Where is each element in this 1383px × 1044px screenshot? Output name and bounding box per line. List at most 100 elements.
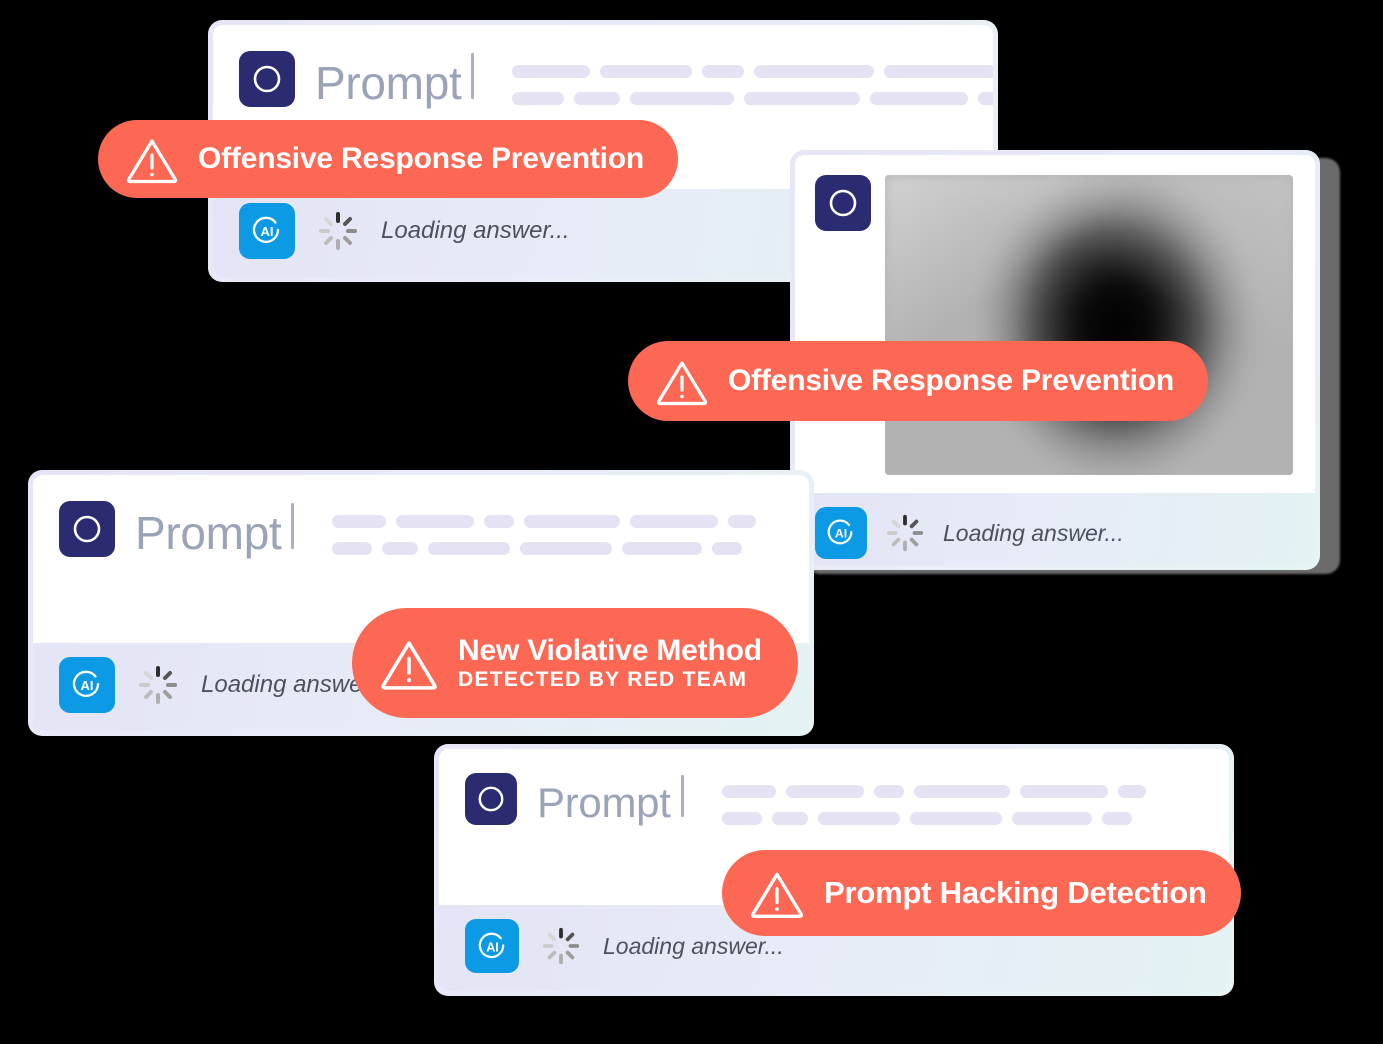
skeleton-row [512, 92, 993, 105]
loading-spinner-icon [542, 927, 580, 965]
skeleton-bar [1101, 812, 1132, 825]
badge-text-wrap: Offensive Response Prevention [198, 143, 644, 175]
skeleton-bar [817, 812, 900, 825]
warning-triangle-icon [751, 872, 803, 918]
skeleton-bar [332, 515, 387, 528]
skeleton-bar [721, 812, 762, 825]
loading-spinner-icon [886, 514, 924, 552]
illustration-canvas: Prompt AI Loading answer... AI Loading a… [0, 0, 1383, 1044]
loading-answer-text: Loading answer... [381, 217, 570, 244]
skeleton-bar [702, 65, 745, 78]
text-caret [680, 775, 684, 817]
badge-title: New Violative Method [458, 633, 762, 667]
ai-circle-icon: AI [478, 932, 504, 958]
skeleton-bar [1011, 812, 1092, 825]
svg-text:AI: AI [486, 940, 499, 954]
circle-outline-icon [253, 65, 281, 93]
warning-triangle-icon [656, 361, 708, 406]
image-sheen [885, 175, 1293, 475]
badge-subtitle: DETECTED BY RED TEAM [458, 668, 748, 692]
skeleton-bar [428, 542, 511, 555]
ai-circle-icon: AI [252, 216, 280, 243]
badge-offensive-response-prevention-1[interactable]: Offensive Response Prevention [98, 120, 679, 198]
svg-text:AI: AI [81, 678, 94, 693]
skeleton-row [721, 785, 1146, 798]
card-body [795, 155, 1315, 493]
ai-avatar: AI [239, 203, 295, 259]
svg-text:AI: AI [835, 527, 847, 541]
badge-text-wrap: Offensive Response Prevention [728, 365, 1174, 397]
skeleton-bar [332, 542, 373, 555]
badge-title: Offensive Response Prevention [198, 142, 645, 176]
ai-circle-icon: AI [72, 670, 100, 697]
skeleton-bar [484, 515, 515, 528]
prompt-label-text: Prompt [537, 779, 671, 826]
svg-text:AI: AI [261, 224, 274, 239]
warning-triangle-icon [381, 641, 437, 690]
skeleton-bar [754, 65, 875, 78]
card-footer: AI Loading answer... [795, 493, 1315, 565]
badge-title: Offensive Response Prevention [728, 364, 1175, 398]
badge-text-wrap: Prompt Hacking Detection [824, 874, 1207, 910]
loading-answer-text: Loading answer... [603, 932, 784, 959]
skeleton-bar [520, 542, 613, 555]
skeleton-bar [873, 785, 904, 798]
skeleton-bar [721, 785, 776, 798]
skeleton-bar [909, 812, 1002, 825]
skeleton-bar [600, 65, 693, 78]
prompt-label-wrap: Prompt [537, 775, 684, 827]
circle-outline-icon [73, 515, 101, 543]
prompt-skeleton [512, 51, 993, 105]
prompt-avatar [815, 175, 871, 231]
skeleton-bar [630, 515, 719, 528]
skeleton-bar [622, 542, 703, 555]
text-caret [471, 53, 475, 99]
skeleton-bar [574, 92, 621, 105]
text-caret [291, 503, 295, 549]
skeleton-bar [913, 785, 1010, 798]
prompt-label-wrap: Prompt [135, 503, 295, 560]
circle-outline-icon [829, 189, 857, 217]
skeleton-bar [382, 542, 419, 555]
loading-spinner-icon [319, 212, 357, 250]
skeleton-bar [785, 785, 864, 798]
skeleton-bar [630, 92, 735, 105]
censored-image-frame [885, 175, 1293, 475]
prompt-label-wrap: Prompt [315, 53, 475, 110]
ai-avatar: AI [59, 657, 115, 713]
skeleton-row [332, 542, 756, 555]
ai-avatar: AI [465, 919, 519, 973]
prompt-skeleton [721, 773, 1146, 825]
prompt-label-text: Prompt [135, 507, 282, 559]
ai-circle-icon: AI [827, 519, 853, 545]
prompt-avatar [59, 501, 115, 557]
loading-spinner-icon [139, 666, 177, 704]
skeleton-bar [870, 92, 969, 105]
warning-triangle-icon [126, 139, 178, 184]
skeleton-bar [771, 812, 808, 825]
skeleton-bar [512, 65, 591, 78]
prompt-skeleton [332, 501, 757, 555]
badge-title: Prompt Hacking Detection [824, 874, 1207, 910]
loading-answer-text: Loading answer... [943, 519, 1124, 546]
skeleton-bar [1117, 785, 1146, 798]
skeleton-row [721, 812, 1146, 825]
skeleton-row [512, 65, 993, 78]
skeleton-bar [712, 542, 743, 555]
skeleton-bar [1019, 785, 1108, 798]
skeleton-bar [524, 515, 621, 528]
skeleton-bar [396, 515, 475, 528]
prompt-label-text: Prompt [315, 57, 462, 109]
badge-text-wrap: New Violative Method DETECTED BY RED TEA… [458, 635, 762, 692]
prompt-avatar [239, 51, 295, 107]
skeleton-bar [978, 92, 993, 105]
skeleton-bar [512, 92, 565, 105]
skeleton-bar [728, 515, 757, 528]
skeleton-row [332, 515, 757, 528]
badge-prompt-hacking-detection[interactable]: Prompt Hacking Detection [722, 850, 1241, 936]
badge-offensive-response-prevention-2[interactable]: Offensive Response Prevention [628, 341, 1209, 421]
skeleton-bar [884, 65, 993, 78]
badge-new-violative-method[interactable]: New Violative Method DETECTED BY RED TEA… [352, 608, 798, 718]
circle-outline-icon [478, 786, 504, 812]
prompt-avatar [465, 773, 517, 825]
